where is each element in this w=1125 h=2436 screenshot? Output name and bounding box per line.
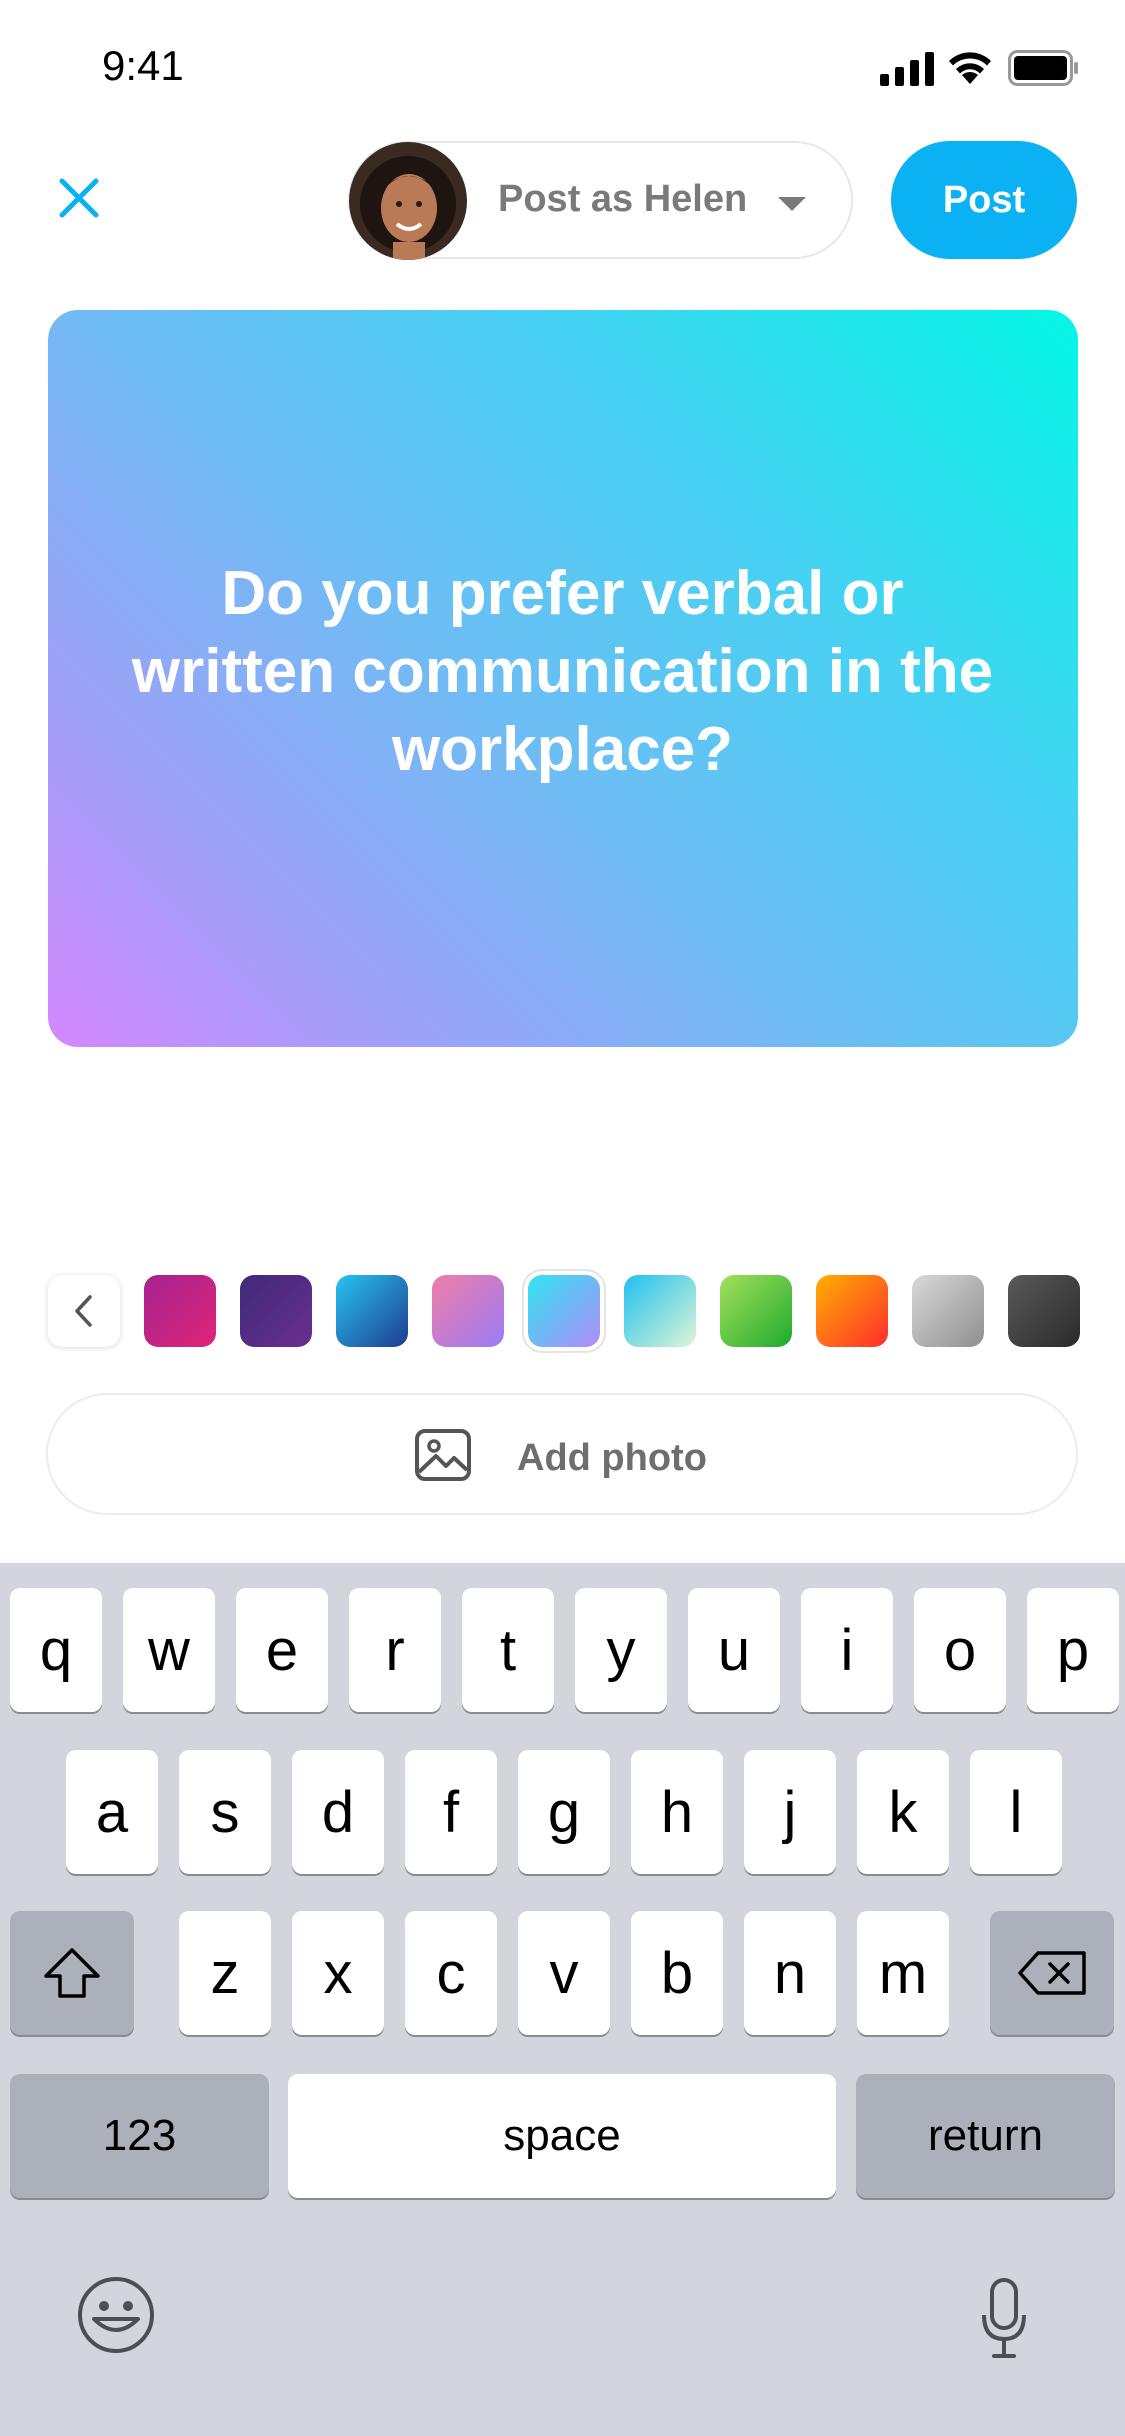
avatar [349,142,467,260]
key-b[interactable]: b [631,1911,723,2035]
key-n[interactable]: n [744,1911,836,2035]
key-z[interactable]: z [179,1911,271,2035]
key-m[interactable]: m [857,1911,949,2035]
swatch-orange[interactable] [816,1275,888,1347]
keyboard: qwertyuiop asdfghjkl zxcvbnm 123 space r… [0,1563,1125,2436]
add-photo-label: Add photo [517,1437,707,1479]
image-icon [415,1429,471,1481]
swatch-pink-lavender[interactable] [432,1275,504,1347]
delete-key[interactable] [990,1911,1114,2035]
key-r[interactable]: r [349,1588,441,1712]
microphone-icon[interactable] [980,2277,1028,2359]
backspace-icon [1018,1951,1086,1995]
key-e[interactable]: e [236,1588,328,1712]
key-j[interactable]: j [744,1750,836,1874]
key-w[interactable]: w [123,1588,215,1712]
post-text[interactable]: Do you prefer verbal or written communic… [120,555,1005,789]
key-f[interactable]: f [405,1750,497,1874]
key-k[interactable]: k [857,1750,949,1874]
post-as-label: Post as Helen [498,178,748,220]
caret-down-icon [778,197,806,211]
swatch-back-button[interactable] [48,1275,120,1347]
wifi-icon [949,52,991,84]
key-i[interactable]: i [801,1588,893,1712]
key-v[interactable]: v [518,1911,610,2035]
key-h[interactable]: h [631,1750,723,1874]
swatch-magenta[interactable] [144,1275,216,1347]
key-q[interactable]: q [10,1588,102,1712]
key-c[interactable]: c [405,1911,497,2035]
swatch-purple[interactable] [240,1275,312,1347]
key-a[interactable]: a [66,1750,158,1874]
status-time: 9:41 [102,42,184,89]
swatch-green[interactable] [720,1275,792,1347]
swatch-charcoal[interactable] [1008,1275,1080,1347]
return-key[interactable]: return [856,2074,1115,2198]
shift-key[interactable] [10,1911,134,2035]
swatch-cyan-lavender[interactable] [528,1275,600,1347]
swatch-aqua-mint[interactable] [624,1275,696,1347]
close-icon[interactable] [56,175,112,231]
key-g[interactable]: g [518,1750,610,1874]
emoji-icon[interactable] [76,2275,156,2355]
chevron-left-icon [75,1295,92,1327]
post-button[interactable]: Post [891,141,1077,259]
key-t[interactable]: t [462,1588,554,1712]
key-y[interactable]: y [575,1588,667,1712]
key-l[interactable]: l [970,1750,1062,1874]
space-key[interactable]: space [288,2074,836,2198]
key-u[interactable]: u [688,1588,780,1712]
shift-icon [44,1948,100,1998]
swatch-ocean[interactable] [336,1275,408,1347]
key-o[interactable]: o [914,1588,1006,1712]
key-p[interactable]: p [1027,1588,1119,1712]
battery-icon [1008,50,1078,86]
swatch-silver[interactable] [912,1275,984,1347]
numbers-key[interactable]: 123 [10,2074,269,2198]
key-s[interactable]: s [179,1750,271,1874]
key-x[interactable]: x [292,1911,384,2035]
cellular-signal-icon [880,52,934,86]
key-d[interactable]: d [292,1750,384,1874]
